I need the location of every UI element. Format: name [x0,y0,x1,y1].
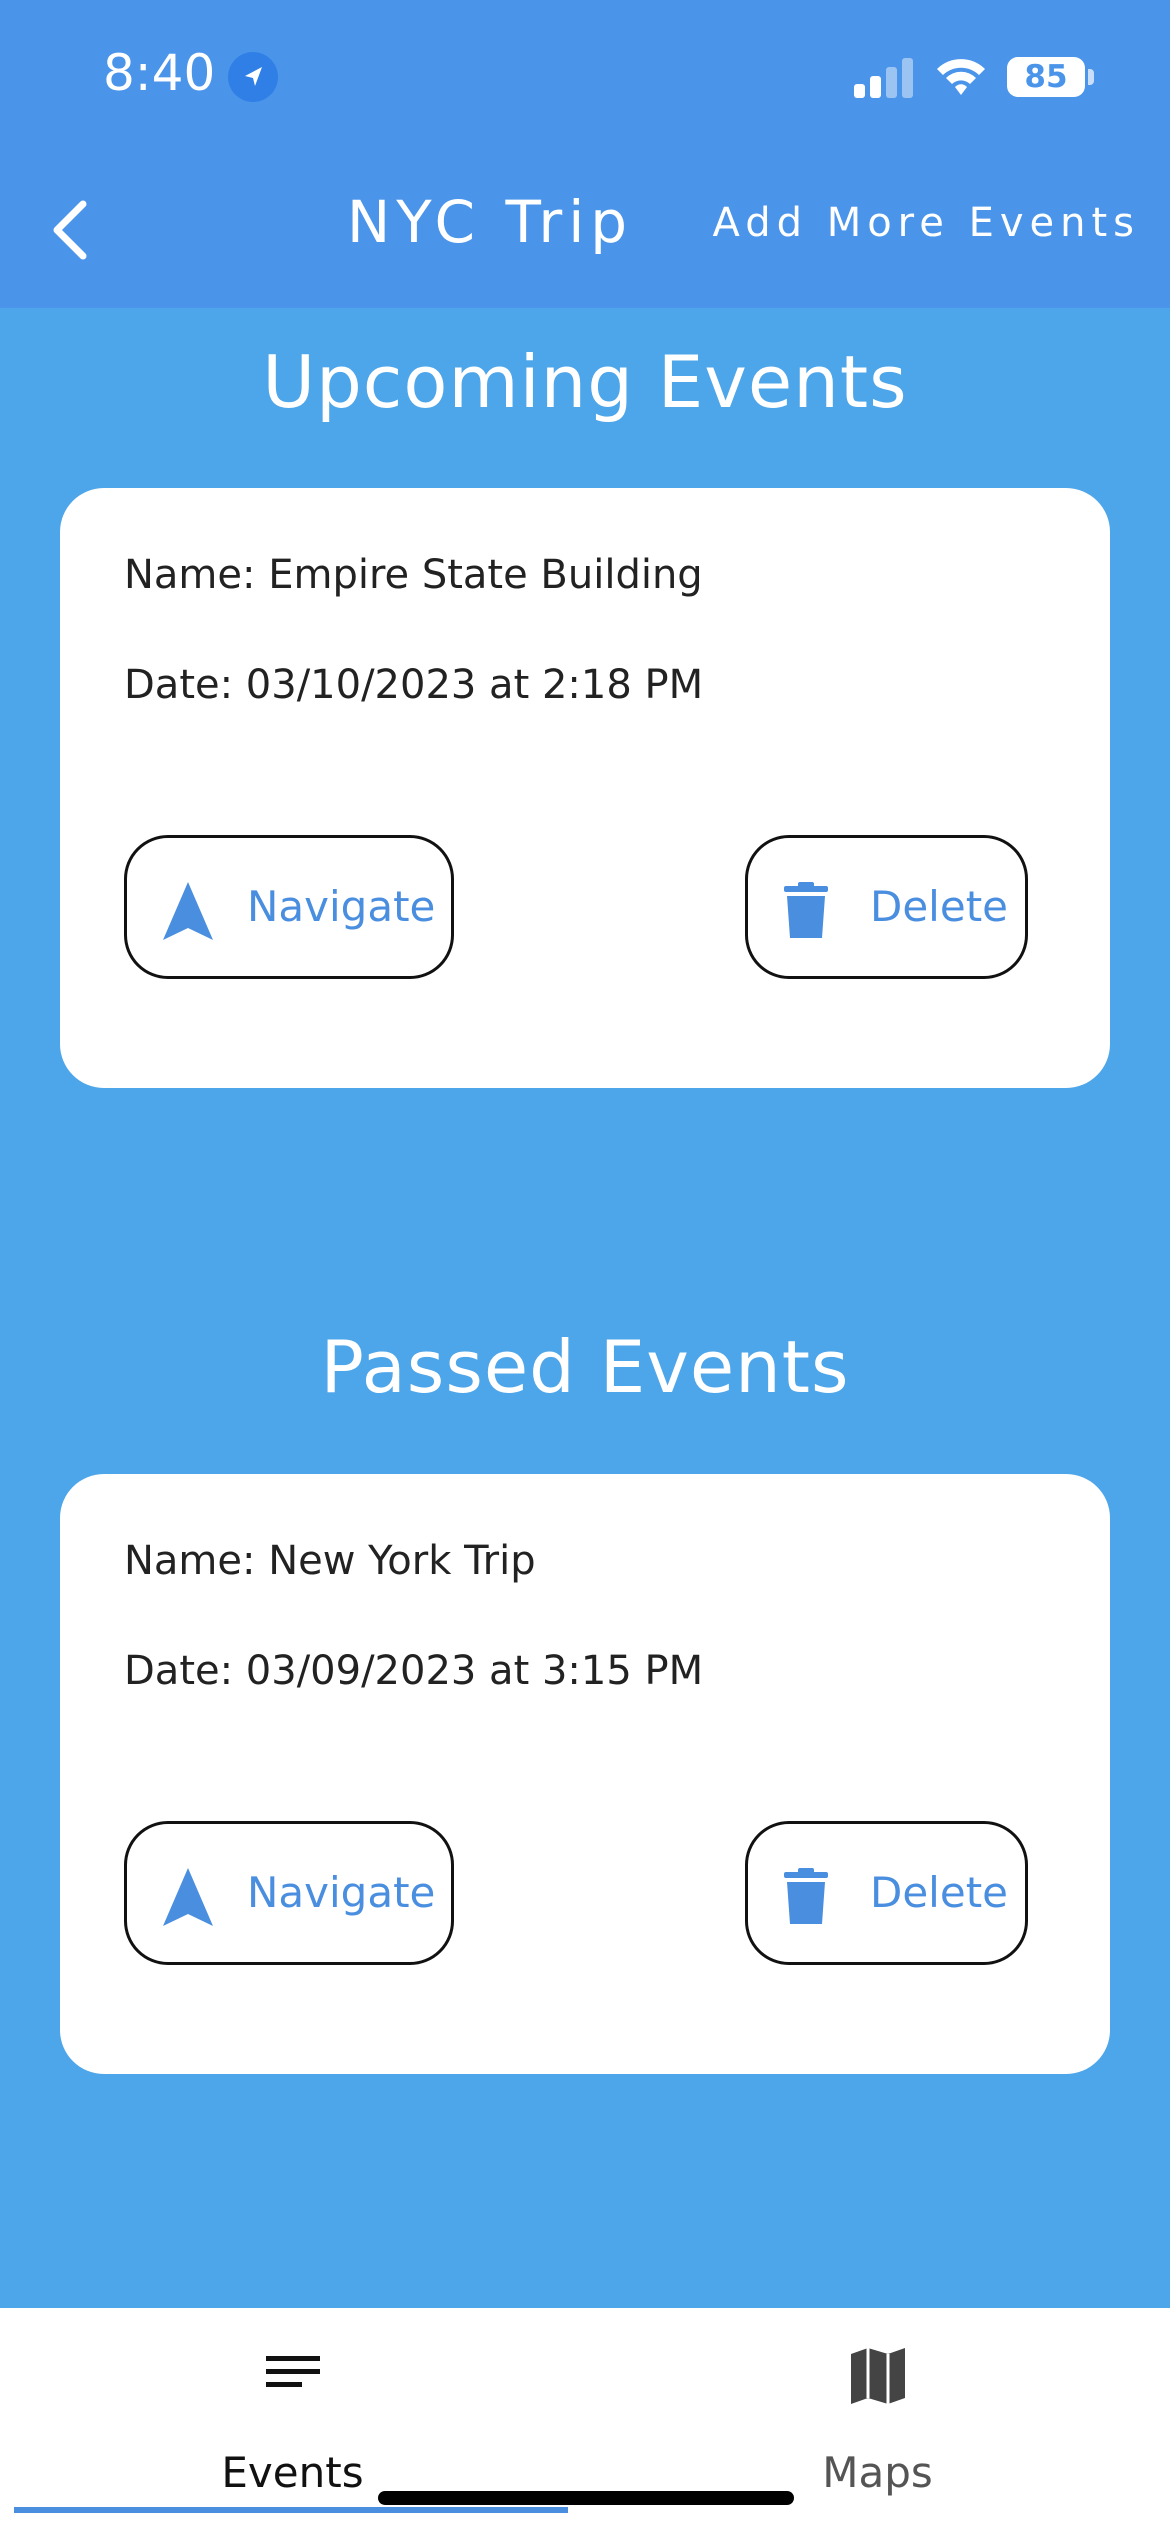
event-name: Name: New York Trip [124,1538,536,1584]
trash-icon [784,1868,828,1924]
add-more-events-button[interactable]: Add More Events [713,200,1140,246]
upcoming-events-heading: Upcoming Events [262,340,908,424]
navigation-arrow-icon [163,882,213,940]
navigation-bar: NYC Trip Add More Events [0,150,1170,308]
battery-icon: 85 [1007,57,1085,97]
navigate-button[interactable]: Navigate [124,835,454,979]
navigation-arrow-icon [163,1868,213,1926]
status-bar: 8:40 85 [0,0,1170,150]
cellular-signal-icon [854,58,916,98]
map-icon [850,2348,905,2404]
event-date: Date: 03/09/2023 at 3:15 PM [124,1648,704,1694]
tab-label: Maps [822,2448,933,2497]
tab-label: Events [221,2448,364,2497]
list-icon [265,2356,320,2387]
battery-tip [1088,69,1094,85]
delete-button[interactable]: Delete [745,835,1028,979]
status-time: 8:40 [103,44,216,102]
trash-icon [784,882,828,938]
event-name: Name: Empire State Building [124,552,703,598]
delete-button[interactable]: Delete [745,1821,1028,1965]
delete-label: Delete [870,1868,1008,1917]
home-indicator [378,2491,794,2505]
delete-label: Delete [870,882,1008,931]
navigate-label: Navigate [247,882,436,931]
location-arrow-icon [228,52,278,102]
wifi-icon [935,55,987,99]
navigate-button[interactable]: Navigate [124,1821,454,1965]
upcoming-event-card: Name: Empire State Building Date: 03/10/… [60,488,1110,1088]
navigate-label: Navigate [247,1868,436,1917]
event-date: Date: 03/10/2023 at 2:18 PM [124,662,704,708]
passed-events-heading: Passed Events [320,1325,850,1409]
passed-event-card: Name: New York Trip Date: 03/09/2023 at … [60,1474,1110,2074]
selected-tab-indicator [14,2507,568,2513]
